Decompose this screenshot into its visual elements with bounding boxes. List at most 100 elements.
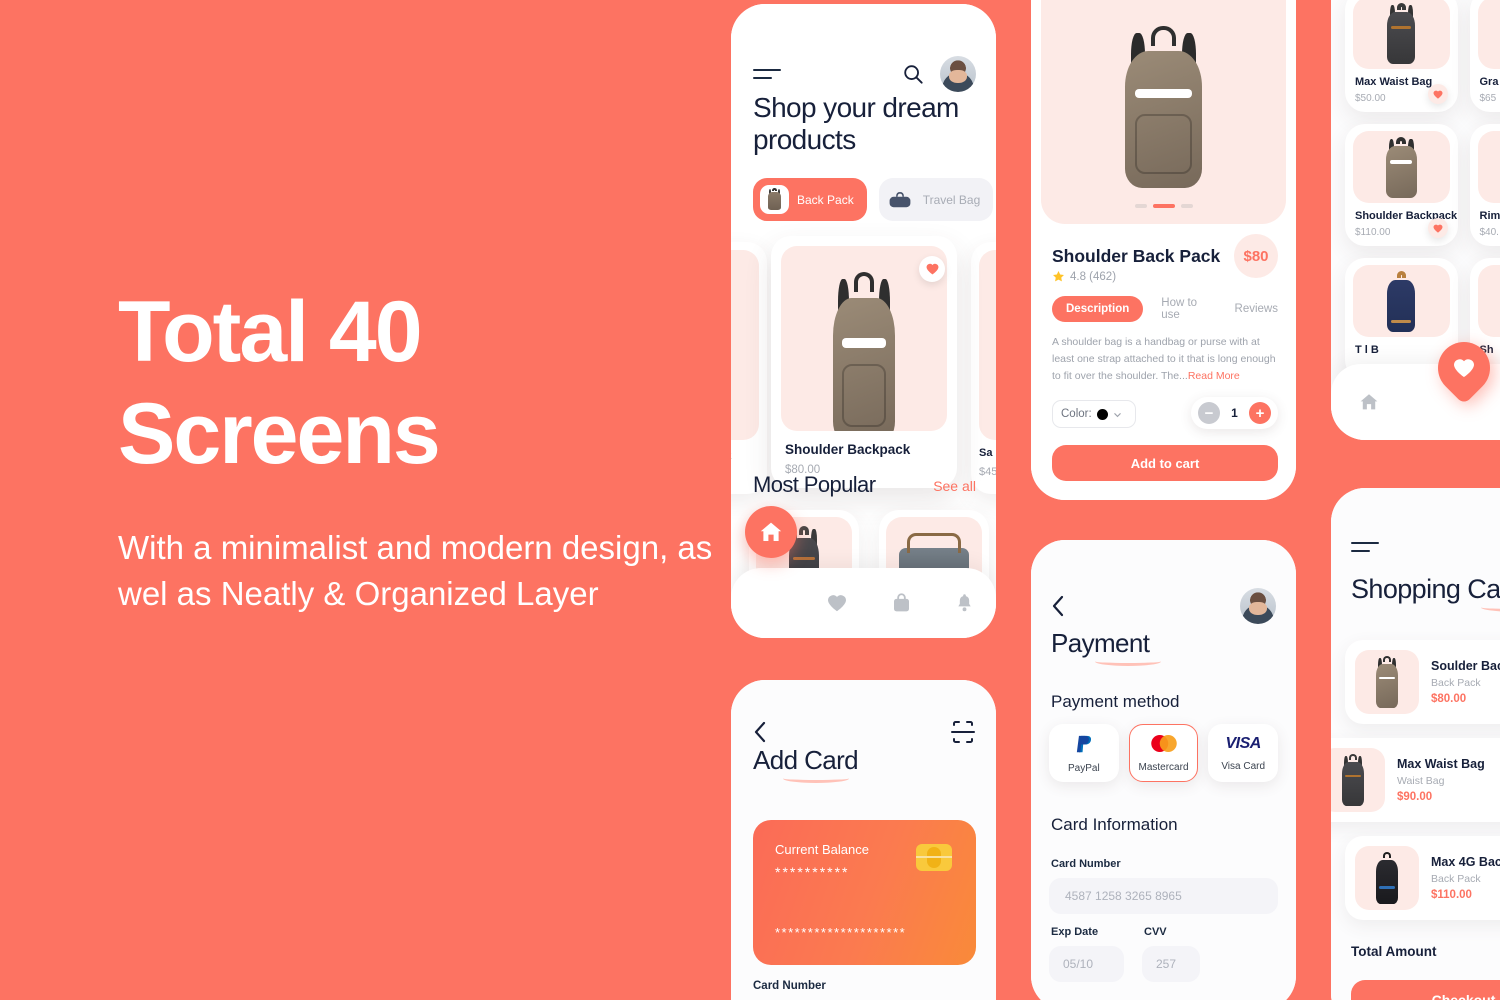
favorite-button[interactable] — [919, 256, 945, 282]
payment-method-label: Mastercard — [1138, 762, 1189, 773]
heart-icon[interactable] — [827, 594, 847, 612]
wishlist-grid: Max Waist Bag $50.00 Gra $65 Shoulder Ba… — [1345, 0, 1500, 380]
color-swatch — [1096, 408, 1108, 420]
cart-item-name: Max 4G Back — [1431, 855, 1500, 869]
read-more-link[interactable]: Read More — [1188, 370, 1240, 382]
cart-item-name: Soulder Back — [1431, 659, 1500, 673]
wishlist-card[interactable]: Shoulder Backpack $110.00 — [1345, 124, 1458, 246]
payment-method-paypal[interactable]: PayPal — [1049, 724, 1119, 782]
page-title: Total 40 Screens — [118, 289, 718, 483]
heart-icon — [1433, 224, 1442, 233]
cart-row[interactable]: Soulder Back Back Pack $80.00 — [1345, 640, 1500, 724]
increase-quantity-button[interactable]: + — [1249, 402, 1271, 424]
home-icon[interactable] — [1359, 393, 1379, 411]
quantity-value: 1 — [1231, 406, 1238, 420]
chevron-left-icon[interactable] — [1051, 595, 1065, 617]
product-card-peek-left[interactable]: ack — [731, 242, 767, 494]
bell-icon[interactable] — [956, 593, 973, 613]
chevron-left-icon[interactable] — [753, 721, 767, 743]
headline-line-2: Screens — [118, 386, 441, 483]
product-card-peek-right[interactable]: Sa $45 — [971, 242, 996, 494]
card-number-label: Card Number — [1051, 858, 1121, 870]
payment-method-mastercard[interactable]: Mastercard — [1128, 724, 1199, 782]
exp-date-label: Exp Date — [1051, 926, 1099, 938]
product-card-featured[interactable]: Shoulder Backpack $80.00 — [771, 236, 957, 488]
tab-label: Description — [1066, 303, 1130, 315]
wishlist-item-name: T l B — [1355, 344, 1379, 356]
payment-method-label: Payment method — [1051, 692, 1180, 711]
cvv-value: 257 — [1156, 957, 1177, 971]
chevron-down-icon — [1113, 412, 1121, 417]
avatar[interactable] — [940, 56, 976, 92]
wishlist-item-price: $50.00 — [1355, 93, 1386, 104]
exp-date-value: 05/10 — [1063, 957, 1094, 971]
tab-description[interactable]: Description — [1052, 296, 1144, 322]
mastercard-icon — [1150, 735, 1177, 752]
card-number-input[interactable]: 4587 1258 3265 8965 — [1049, 878, 1278, 914]
hamburger-icon[interactable] — [1351, 540, 1379, 554]
search-icon[interactable] — [902, 63, 924, 85]
payment-method-visa[interactable]: VISA Visa Card — [1208, 724, 1279, 782]
add-card-title: Add Card — [753, 745, 859, 775]
tab-how-to-use[interactable]: How to use — [1161, 297, 1216, 321]
cart-item-category: Back Pack — [1431, 873, 1481, 885]
scan-card-icon[interactable] — [950, 720, 976, 744]
card-chip-icon — [916, 844, 952, 871]
card-information-title: Card Information — [1051, 815, 1178, 834]
decrease-quantity-button[interactable]: − — [1198, 402, 1220, 424]
cart-row[interactable]: Max 4G Back Back Pack $110.00 — [1345, 836, 1500, 920]
home-icon — [760, 522, 782, 541]
add-to-cart-label: Add to cart — [1130, 455, 1200, 471]
category-tab-backpack[interactable]: Back Pack — [753, 178, 867, 221]
wishlist-card[interactable]: Max Waist Bag $50.00 — [1345, 0, 1458, 112]
carousel-dot[interactable] — [1180, 204, 1193, 208]
visa-icon: VISA — [1225, 734, 1262, 752]
payment-method-label: PayPal — [1067, 762, 1100, 774]
cvv-input[interactable]: 257 — [1142, 946, 1200, 982]
total-amount-label: Total Amount — [1351, 944, 1437, 959]
phone-home-screen: Shop your dream products Back Pack Trave… — [731, 4, 996, 638]
carousel-dot-active[interactable] — [1152, 204, 1175, 208]
cvv-label: CVV — [1144, 926, 1167, 938]
checkout-button[interactable]: Checkout — [1351, 980, 1500, 1000]
section-title-most-popular: Most Popular — [753, 472, 876, 497]
hamburger-icon[interactable] — [753, 67, 781, 81]
favorite-button[interactable] — [1427, 84, 1448, 104]
description-text: A shoulder bag is a handbag or purse wit… — [1052, 336, 1276, 382]
product-price: $45 — [979, 466, 996, 478]
color-selector[interactable]: Color: — [1052, 400, 1136, 428]
star-icon — [1053, 270, 1064, 282]
wishlist-card[interactable]: Rim $40. — [1469, 124, 1500, 246]
wishlist-item-name: Gra — [1479, 76, 1499, 88]
product-name: Shoulder Backpack — [785, 442, 911, 457]
tab-reviews[interactable]: Reviews — [1235, 303, 1278, 315]
quantity-stepper[interactable]: − 1 + — [1191, 397, 1278, 429]
favorite-button[interactable] — [1427, 218, 1448, 238]
cart-item-category: Waist Bag — [1397, 775, 1445, 787]
cart-item-name: Max Waist Bag — [1397, 757, 1485, 771]
category-tab-travel-bag[interactable]: Travel Bag — [878, 178, 994, 221]
cart-title: Shopping Ca — [1351, 574, 1500, 604]
cart-row[interactable]: Max Waist Bag Waist Bag $90.00 — [1331, 738, 1500, 822]
rating: 4.8 (462) — [1052, 270, 1116, 283]
paypal-icon — [1076, 735, 1091, 752]
see-all-link[interactable]: See all — [933, 478, 976, 494]
heart-icon — [1453, 359, 1474, 378]
wishlist-item-name: Max Waist Bag — [1355, 76, 1433, 88]
bag-icon[interactable] — [892, 593, 911, 613]
price-badge-label: $80 — [1243, 247, 1269, 265]
exp-date-input[interactable]: 05/10 — [1049, 946, 1124, 982]
wishlist-card[interactable]: Gra $65 — [1469, 0, 1500, 112]
add-to-cart-button[interactable]: Add to cart — [1052, 445, 1278, 481]
headline-line-1: Total 40 — [118, 284, 423, 380]
home-fab-button[interactable] — [745, 506, 797, 558]
bottom-navigation — [731, 568, 996, 638]
payment-methods: PayPal Mastercard VISA Visa Card — [1049, 724, 1279, 782]
carousel-dot[interactable] — [1134, 204, 1147, 208]
card-number-masked: ******************** — [775, 925, 907, 940]
carousel-dots[interactable] — [1041, 204, 1286, 208]
credit-card-graphic: Current Balance ********** *************… — [753, 820, 976, 965]
cart-item-price: $110.00 — [1431, 889, 1472, 901]
duffel-bag-icon — [885, 185, 915, 214]
avatar[interactable] — [1240, 588, 1276, 624]
